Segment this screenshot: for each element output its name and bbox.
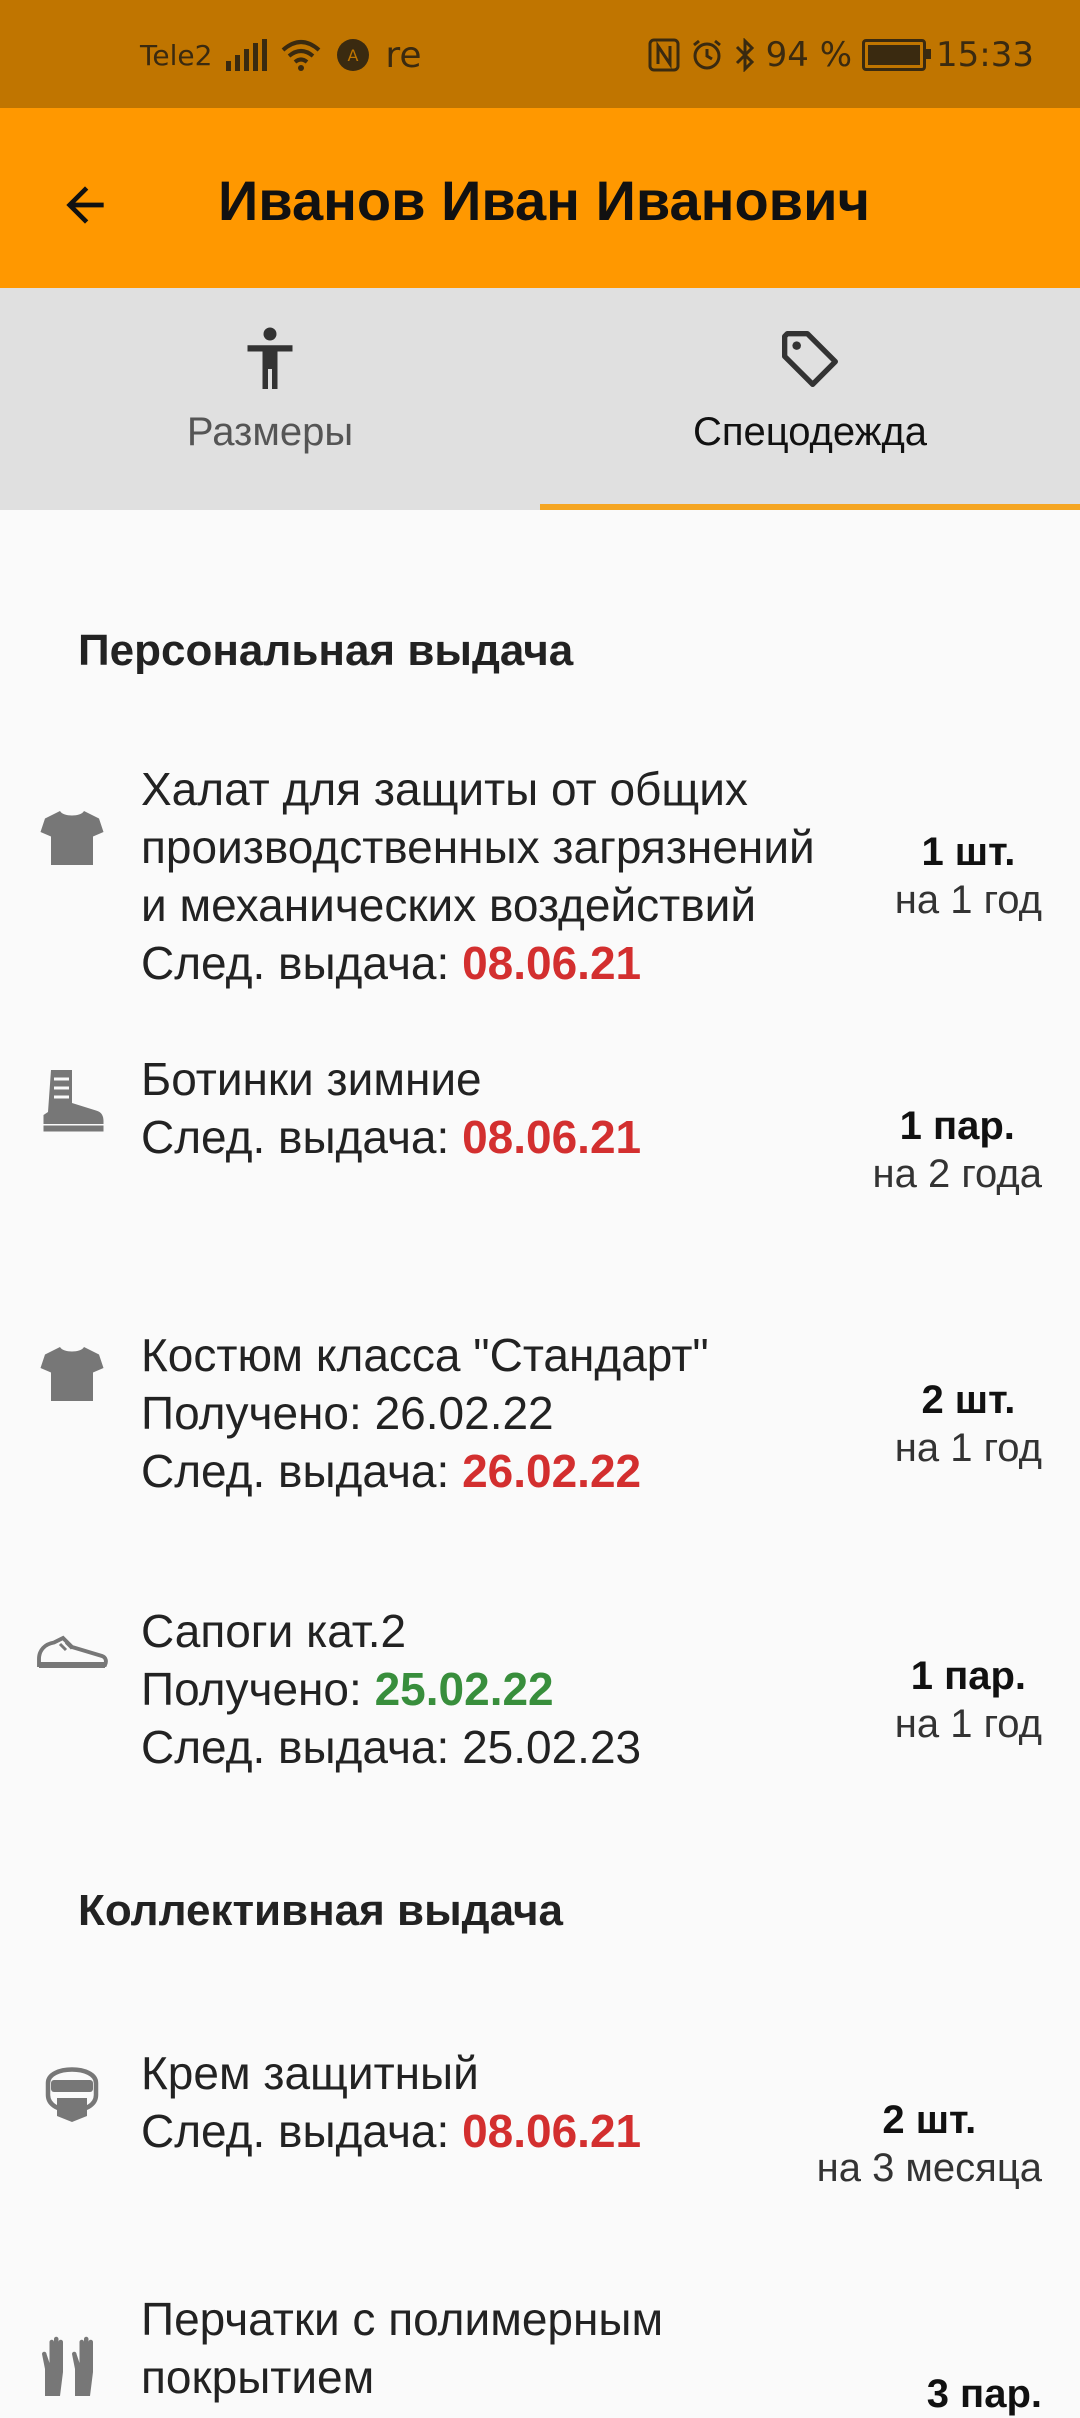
next-issue-date: 08.06.21 [462, 2105, 642, 2157]
received-line: Получено: 25.02.22 [141, 1660, 881, 1718]
next-issue-line: След. выдача: 25.02.23 [141, 1718, 881, 1776]
back-button[interactable] [40, 160, 130, 250]
gloves-icon [42, 2336, 93, 2396]
person-icon [235, 324, 305, 394]
boot-icon [43, 1070, 104, 1132]
quantity: 3 пар. [926, 2372, 1042, 2416]
next-issue-line: След. выдача: 08.06.21 [141, 934, 881, 992]
page-title: Иванов Иван Иванович [218, 169, 871, 232]
next-issue-line: След. выдача: 08.06.21 [141, 2102, 881, 2160]
next-issue-label: След. выдача: [141, 937, 463, 989]
battery-icon [862, 39, 932, 71]
tag-icon [775, 324, 845, 394]
item-name-line: Халат для защиты от общих [141, 763, 748, 815]
next-issue-line: След. выдача: 08.06.21 [141, 1108, 881, 1166]
arrow-back-icon [66, 186, 104, 224]
status-extra: re [385, 34, 422, 76]
quantity-block: 3 пар. [927, 2370, 1042, 2418]
wifi-icon [282, 40, 321, 71]
quantity: 1 шт. [921, 830, 1016, 874]
quantity-block: 1 пар. на 2 года [873, 1102, 1042, 1198]
next-issue-line: След. выдача: 26.02.22 [141, 1442, 881, 1500]
quantity-block: 2 шт. на 1 год [895, 1376, 1042, 1472]
next-issue-label: След. выдача: [141, 1445, 463, 1497]
vpn-icon: A [337, 39, 370, 71]
period: на 3 месяца [816, 2146, 1042, 2190]
next-issue-label: След. выдача: [141, 1111, 463, 1163]
section-title-collective: Коллективная выдача [78, 1886, 563, 1935]
period: на 1 год [894, 1426, 1042, 1470]
period: на 2 года [872, 1152, 1042, 1196]
sneaker-icon [37, 1635, 108, 1668]
quantity: 1 пар. [899, 1104, 1015, 1148]
tab-sizes[interactable]: Размеры [0, 288, 540, 510]
item-name: Ботинки зимние [141, 1053, 482, 1105]
nfc-icon [648, 38, 680, 72]
section-title-personal: Персональная выдача [78, 626, 574, 675]
item-name-line: и механических воздействий [141, 879, 757, 931]
carrier-label: Tele2 [140, 38, 213, 72]
item-name: Крем защитный [141, 2047, 479, 2099]
received-date: 26.02.22 [374, 1387, 554, 1439]
next-issue-label: След. выдача: [141, 1721, 463, 1773]
bluetooth-icon [735, 38, 754, 72]
period: на 1 год [894, 1702, 1042, 1746]
status-bar: Tele2 A re 94 % 15:33 [0, 0, 1080, 108]
tab-workwear[interactable]: Спецодежда [540, 288, 1080, 510]
quantity: 1 пар. [910, 1654, 1027, 1698]
next-issue-date: 08.06.21 [462, 1111, 642, 1163]
received-label: Получено: [141, 1387, 375, 1439]
item-name: Сапоги кат.2 [141, 1605, 407, 1657]
quantity-block: 1 шт. на 1 год [895, 828, 1042, 924]
received-date: 25.02.22 [374, 1663, 554, 1715]
svg-text:A: A [348, 46, 359, 65]
received-line: Получено: 26.02.22 [141, 1384, 881, 1442]
tshirt-icon [40, 1347, 104, 1401]
period: на 1 год [894, 878, 1042, 922]
tshirt-icon [40, 811, 104, 865]
signal-icon [226, 39, 268, 71]
received-label: Получено: [141, 1663, 375, 1715]
quantity-block: 1 пар. на 1 год [895, 1652, 1042, 1748]
next-issue-date: 25.02.23 [462, 1721, 642, 1773]
next-issue-date: 26.02.22 [462, 1445, 642, 1497]
tab-label: Размеры [186, 410, 354, 454]
quantity: 2 шт. [921, 1378, 1016, 1422]
app-bar: Иванов Иван Иванович [0, 108, 1080, 288]
item-name-line: Перчатки с полимерным [141, 2293, 664, 2345]
item-name-line: производственных загрязнений [141, 821, 815, 873]
item-name-line: покрытием [141, 2351, 375, 2403]
clock: 15:33 [936, 35, 1034, 75]
next-issue-label: След. выдача: [141, 2105, 463, 2157]
quantity-block: 2 шт. на 3 месяца [817, 2096, 1042, 2192]
face-shield-icon [45, 2067, 99, 2122]
next-issue-date: 08.06.21 [462, 937, 642, 989]
tab-label: Спецодежда [692, 410, 928, 454]
tab-bar: Размеры Спецодежда [0, 288, 1080, 510]
alarm-icon [692, 39, 721, 70]
quantity: 2 шт. [882, 2098, 977, 2142]
battery-percent: 94 % [765, 35, 853, 75]
item-name: Костюм класса "Стандарт" [141, 1329, 709, 1381]
